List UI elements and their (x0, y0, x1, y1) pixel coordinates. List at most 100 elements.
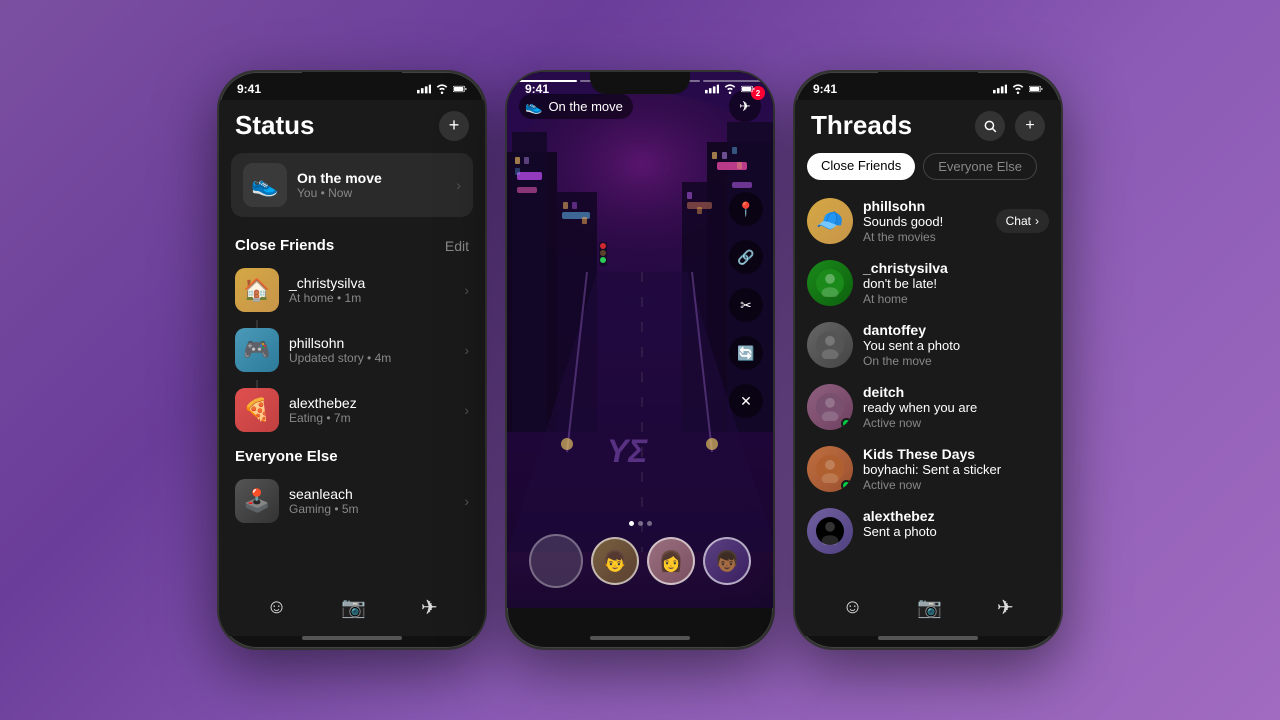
chat-button-phillsohn[interactable]: Chat › (996, 209, 1049, 233)
bottom-nav-1: ☺ 📷 ✈ (219, 595, 485, 620)
story-avatar-0[interactable] (529, 534, 583, 588)
thread-item-christysilva[interactable]: _christysilva don't be late! At home (795, 252, 1061, 314)
thread-sub-deitch: Active now (863, 416, 1049, 430)
dot-3 (647, 521, 652, 526)
thread-item-dantoffey[interactable]: dantoffey You sent a photo On the move (795, 314, 1061, 376)
everyone-else-header: Everyone Else (219, 440, 485, 471)
signal-icon-1 (417, 84, 431, 94)
threads-page-title: Threads (811, 110, 912, 141)
sub-seanleach: Gaming • 5m (289, 502, 454, 516)
signal-icon-3 (993, 84, 1007, 94)
story-close-button[interactable]: ✕ (729, 384, 763, 418)
close-icon: ✕ (740, 393, 752, 410)
new-thread-button[interactable]: + (1015, 111, 1045, 141)
deitch-avatar-img (816, 393, 844, 421)
wifi-icon-1 (435, 84, 449, 94)
dantoffey-avatar-img (816, 331, 844, 359)
thread-item-kids[interactable]: Kids These Days boyhachi: Sent a sticker… (795, 438, 1061, 500)
rotate-icon: 🔄 (737, 345, 754, 362)
chevron-christysilva: › (464, 282, 469, 298)
chat-label: Chat (1006, 214, 1031, 228)
info-christysilva: _christysilva At home • 1m (289, 275, 454, 305)
name-christysilva: _christysilva (289, 275, 454, 291)
add-status-button[interactable]: + (439, 111, 469, 141)
phone-story: 9:41 (505, 70, 775, 650)
everyone-else-title: Everyone Else (235, 448, 338, 465)
plus-icon: + (1025, 117, 1034, 135)
nav-emoji-1[interactable]: ☺ (266, 596, 286, 619)
name-phillsohn: phillsohn (289, 335, 454, 351)
status-item-phillsohn[interactable]: 🎮 phillsohn Updated story • 4m › (219, 320, 485, 380)
battery-icon-3 (1029, 84, 1043, 94)
story-viewer-avatars: 👦 👩 👦🏾 (507, 534, 773, 588)
info-seanleach: seanleach Gaming • 5m (289, 486, 454, 516)
status-bar-3: 9:41 (795, 72, 1061, 100)
info-thread-christysilva: _christysilva don't be late! At home (863, 260, 1049, 306)
nav-camera-3[interactable]: 📷 (917, 595, 942, 620)
search-button[interactable] (975, 111, 1005, 141)
sub-christysilva: At home • 1m (289, 291, 454, 305)
thread-item-deitch[interactable]: deitch ready when you are Active now (795, 376, 1061, 438)
thread-name-phillsohn: phillsohn (863, 198, 986, 214)
name-alexthebez: alexthebez (289, 395, 454, 411)
thread-sub-dantoffey: On the move (863, 354, 1049, 368)
thread-name-alexthebez-3: alexthebez (863, 508, 1049, 524)
status-time-2: 9:41 (525, 82, 549, 96)
threads-header: Threads + (795, 100, 1061, 149)
tab-everyone-else[interactable]: Everyone Else (923, 153, 1037, 180)
avatar-christysilva: 🏠 (235, 268, 279, 312)
status-bar-1: 9:41 (219, 72, 485, 100)
nav-send-3[interactable]: ✈ (997, 595, 1014, 620)
nav-emoji-3[interactable]: ☺ (842, 596, 862, 619)
close-friends-title: Close Friends (235, 237, 334, 254)
name-seanleach: seanleach (289, 486, 454, 502)
thread-msg-phillsohn: Sounds good! (863, 214, 986, 229)
chevron-phillsohn: › (464, 342, 469, 358)
status-page-title: Status (235, 110, 314, 141)
edit-close-friends-button[interactable]: Edit (445, 238, 469, 254)
bottom-nav-3: ☺ 📷 ✈ (795, 595, 1061, 620)
sub-alexthebez: Eating • 7m (289, 411, 454, 425)
status-item-seanleach[interactable]: 🕹️ seanleach Gaming • 5m › (219, 471, 485, 531)
status-header: Status + (219, 100, 485, 149)
status-item-alexthebez[interactable]: 🍕 alexthebez Eating • 7m › (219, 380, 485, 440)
my-status-card[interactable]: 👟 On the move You • Now › (231, 153, 473, 217)
story-avatar-3[interactable]: 👦🏾 (703, 537, 751, 585)
story-avatar-2[interactable]: 👩 (647, 537, 695, 585)
story-shoe-icon: 👟 (525, 98, 542, 115)
thread-item-phillsohn[interactable]: 🧢 phillsohn Sounds good! At the movies C… (795, 190, 1061, 252)
nav-send-1[interactable]: ✈ (421, 595, 438, 620)
thread-item-alexthebez-3[interactable]: alexthebez Sent a photo (795, 500, 1061, 562)
threads-page: Threads + Close Friends Everyone Else (795, 100, 1061, 636)
nav-camera-1[interactable]: 📷 (341, 595, 366, 620)
status-time-3: 9:41 (813, 82, 837, 96)
story-location-button[interactable]: 📍 (729, 192, 763, 226)
status-time-1: 9:41 (237, 82, 261, 96)
info-thread-deitch: deitch ready when you are Active now (863, 384, 1049, 430)
status-icons-1 (417, 84, 467, 94)
info-thread-kids: Kids These Days boyhachi: Sent a sticker… (863, 446, 1049, 492)
my-status-icon: 👟 (243, 163, 287, 207)
story-scissors-button[interactable]: ✂ (729, 288, 763, 322)
story-rotate-button[interactable]: 🔄 (729, 336, 763, 370)
story-side-actions: 📍 🔗 ✂ 🔄 ✕ (729, 192, 763, 418)
info-phillsohn: phillsohn Updated story • 4m (289, 335, 454, 365)
avatar-thread-phillsohn: 🧢 (807, 198, 853, 244)
story-avatar-1[interactable]: 👦 (591, 537, 639, 585)
sub-phillsohn: Updated story • 4m (289, 351, 454, 365)
thread-sub-kids: Active now (863, 478, 1049, 492)
avatar-thread-dantoffey (807, 322, 853, 368)
avatar-phillsohn: 🎮 (235, 328, 279, 372)
story-link-button[interactable]: 🔗 (729, 240, 763, 274)
thread-msg-dantoffey: You sent a photo (863, 338, 1049, 353)
dot-2 (638, 521, 643, 526)
christysilva-avatar-img (816, 269, 844, 297)
thread-msg-christysilva: don't be late! (863, 276, 1049, 291)
search-icon (983, 119, 997, 133)
thread-name-christysilva: _christysilva (863, 260, 1049, 276)
threads-tabs: Close Friends Everyone Else (795, 149, 1061, 190)
status-item-christysilva[interactable]: 🏠 _christysilva At home • 1m › (219, 260, 485, 320)
tab-close-friends[interactable]: Close Friends (807, 153, 915, 180)
battery-icon-1 (453, 84, 467, 94)
thread-name-dantoffey: dantoffey (863, 322, 1049, 338)
